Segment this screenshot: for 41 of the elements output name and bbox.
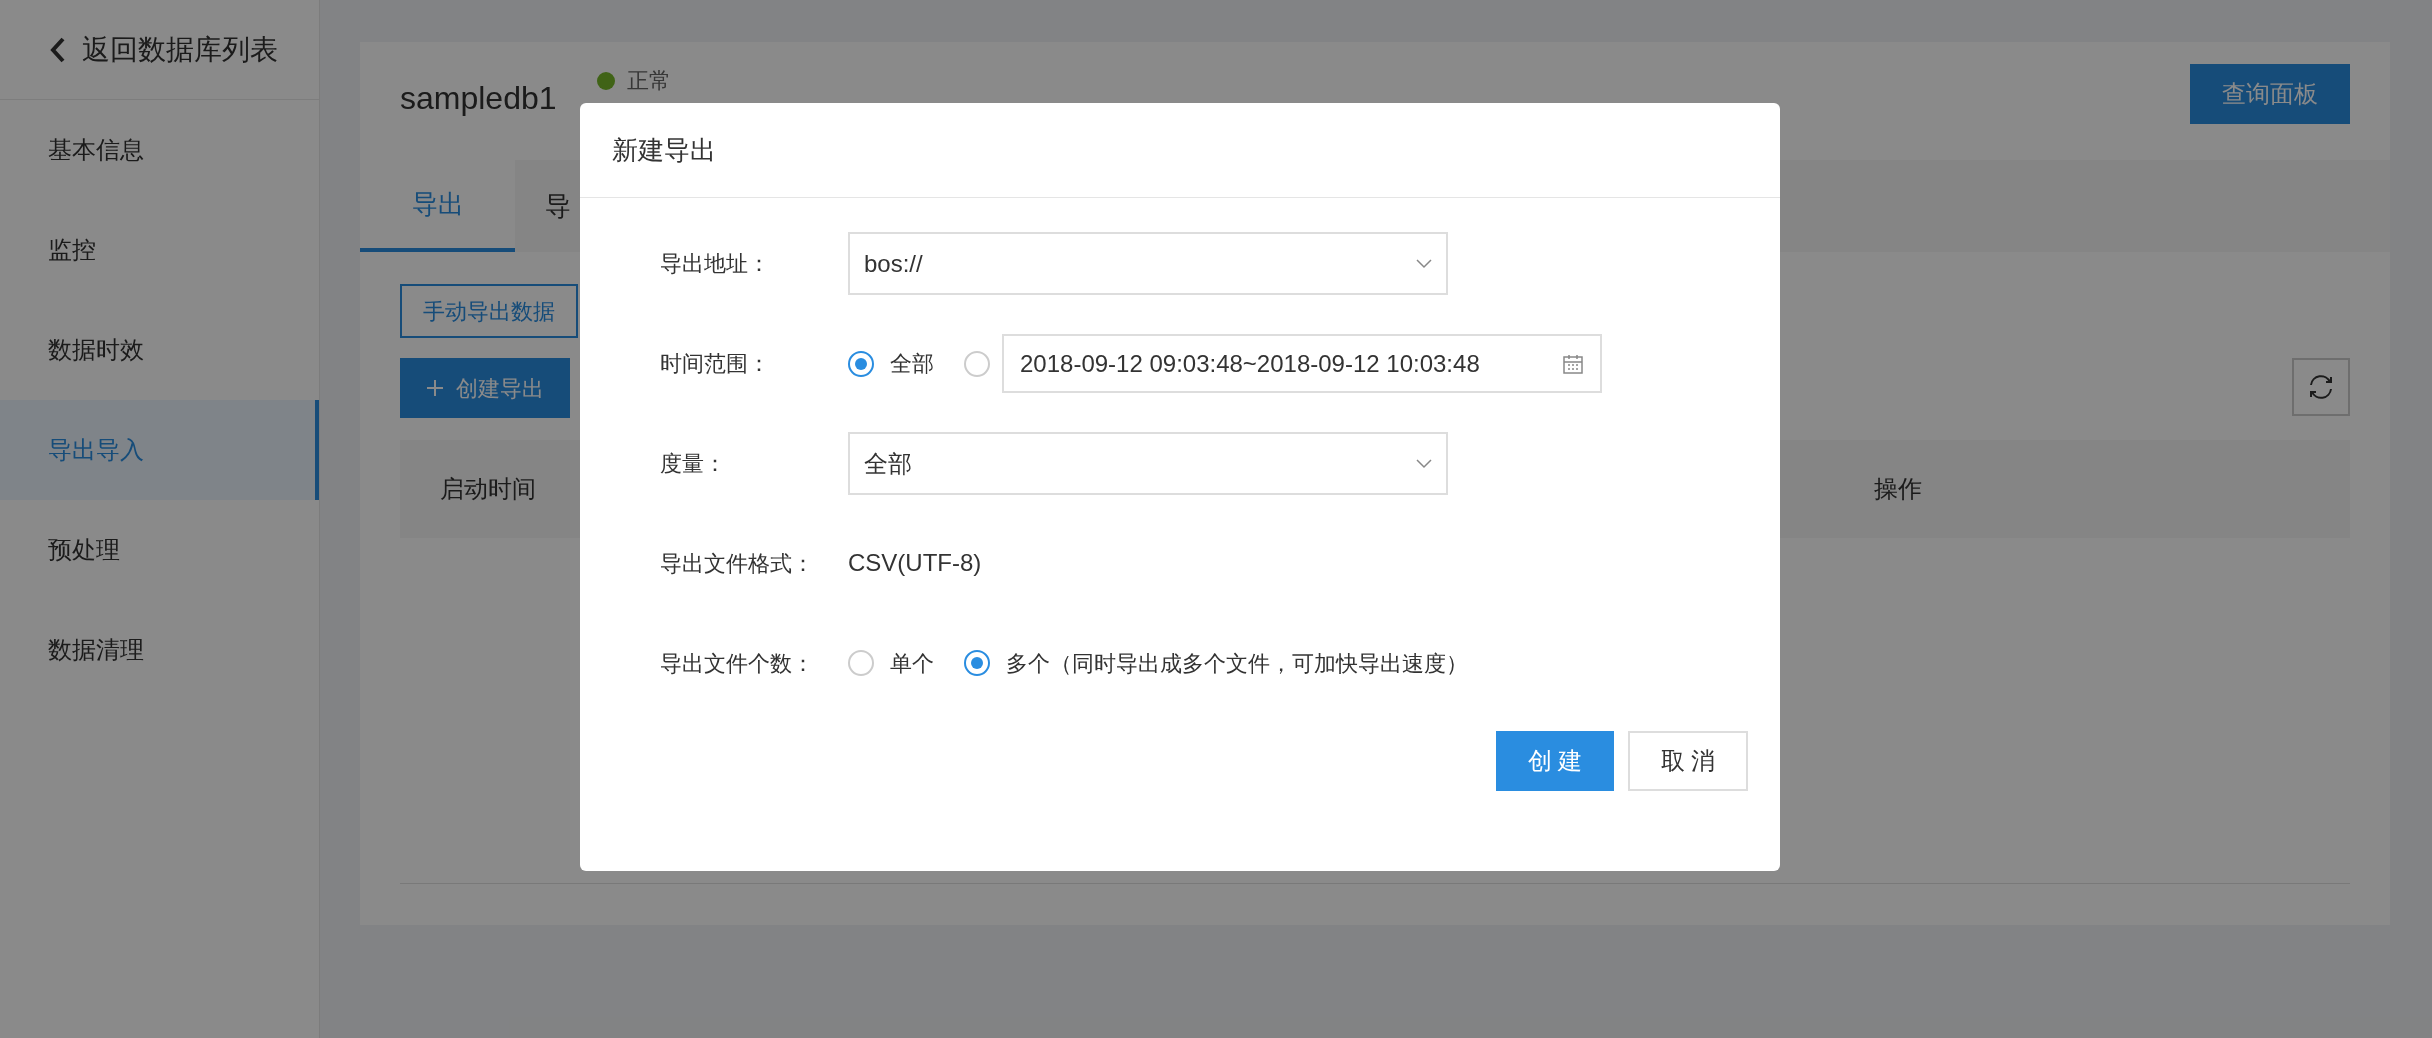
field-label: 导出文件个数：: [660, 649, 815, 678]
chevron-left-icon: [50, 36, 66, 63]
field-label: 度量：: [660, 450, 727, 478]
field-label: 导出文件格式：: [660, 549, 815, 578]
field-label: 时间范围：: [660, 350, 771, 378]
radio-label: 全部: [890, 350, 934, 378]
status-text: 正常: [626, 67, 671, 95]
database-name: sampledb1: [400, 79, 557, 118]
radio-button[interactable]: [964, 650, 990, 676]
field-label: 导出地址：: [660, 250, 771, 278]
date-range-field[interactable]: 2018-09-12 09:03:48~2018-09-12 10:03:48: [1002, 334, 1602, 393]
cancel-button[interactable]: 取 消: [1628, 731, 1748, 791]
column-header: 操作: [1874, 474, 1922, 504]
plus-icon: [426, 379, 444, 397]
refresh-button[interactable]: [2292, 358, 2350, 416]
chevron-down-icon: [1416, 458, 1432, 469]
dialog-title: 新建导出: [612, 133, 716, 167]
query-panel-button[interactable]: 查询面板: [2190, 64, 2350, 124]
tab[interactable]: 导出: [360, 160, 515, 252]
column-header: 启动时间: [440, 474, 536, 504]
radio-label: 多个（同时导出成多个文件，可加快导出速度）: [1006, 649, 1468, 678]
radio-button[interactable]: [848, 350, 874, 377]
sidebar-item[interactable]: 数据时效: [0, 300, 319, 400]
radio-button[interactable]: [848, 650, 874, 676]
sidebar-item[interactable]: 监控: [0, 200, 319, 300]
create-export-button[interactable]: 创建导出: [400, 358, 570, 418]
radio-label: 单个: [890, 649, 934, 678]
refresh-icon: [2307, 373, 2335, 401]
calendar-icon: [1562, 352, 1584, 375]
chevron-down-icon: [1416, 258, 1432, 269]
radio-button[interactable]: [964, 350, 990, 377]
manual-export-button[interactable]: 手动导出数据: [400, 284, 578, 338]
format-value: CSV(UTF-8): [848, 548, 982, 578]
sidebar-item[interactable]: 预处理: [0, 500, 319, 600]
address-select[interactable]: bos://: [848, 232, 1448, 295]
tab[interactable]: 导: [515, 160, 571, 252]
create-button[interactable]: 创 建: [1496, 731, 1614, 791]
sidebar-item[interactable]: 基本信息: [0, 100, 319, 200]
back-link[interactable]: 返回数据库列表: [0, 0, 319, 100]
sidebar-item[interactable]: 数据清理: [0, 600, 319, 700]
metric-select[interactable]: 全部: [848, 432, 1448, 495]
